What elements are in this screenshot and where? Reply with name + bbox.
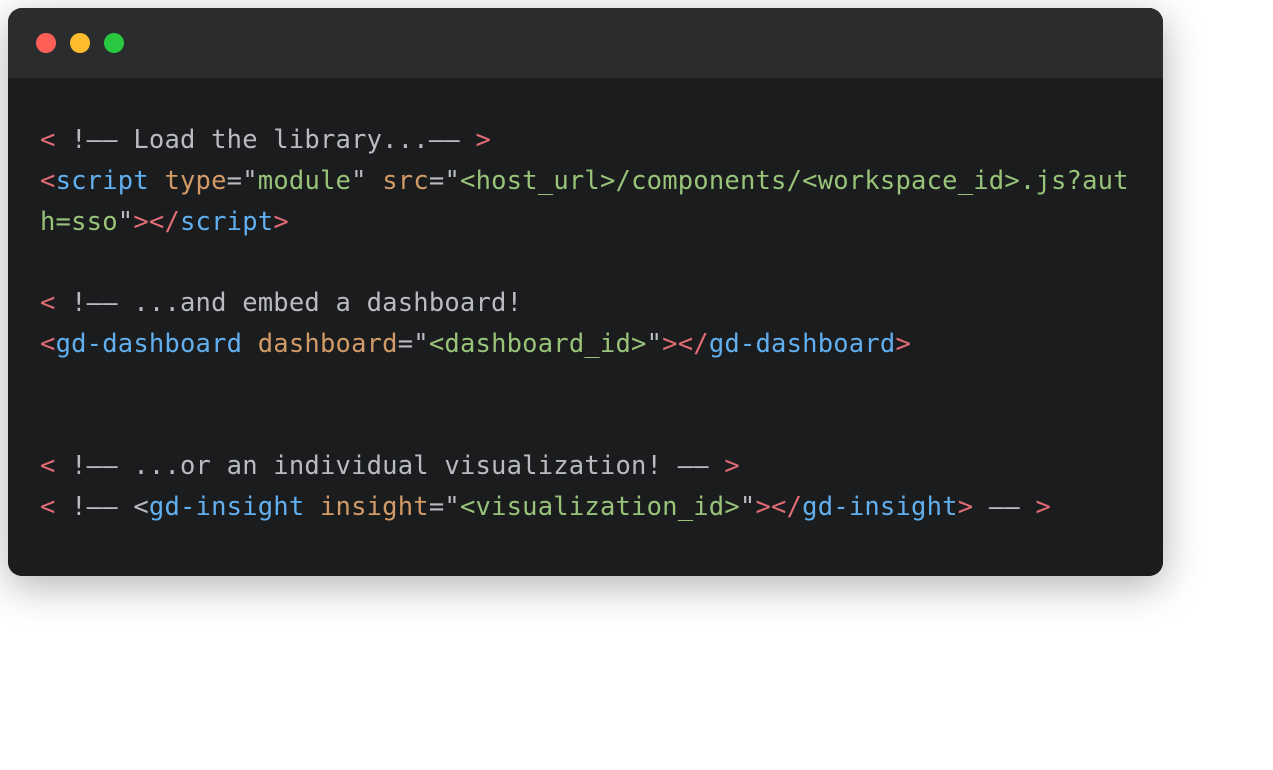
angle-close-icon: >: [133, 207, 149, 237]
quote-mark: ": [118, 207, 134, 237]
attr-name: type: [149, 166, 227, 196]
angle-open-icon: </: [678, 329, 709, 359]
tag-name: gd-: [802, 492, 849, 522]
equals-sign: =: [227, 166, 243, 196]
angle-close-icon: >: [460, 125, 491, 155]
comment-text: !: [56, 288, 87, 318]
minimize-icon[interactable]: [70, 33, 90, 53]
angle-close-icon: >: [709, 451, 740, 481]
quote-mark: ": [444, 166, 460, 196]
angle-open-icon: <: [40, 125, 56, 155]
blank-line: [40, 406, 1131, 447]
comment-dashes: ––: [87, 492, 118, 522]
angle-close-icon: >: [895, 329, 911, 359]
code-editor: < !–– Load the library...–– > <script ty…: [8, 78, 1163, 576]
angle-close-icon: >: [1020, 492, 1051, 522]
close-icon[interactable]: [36, 33, 56, 53]
comment-dashes: ––: [678, 451, 709, 481]
attr-name: src: [367, 166, 429, 196]
window-titlebar: [8, 8, 1163, 78]
attr-value: <dashboard_id>: [429, 329, 647, 359]
quote-mark: ": [413, 329, 429, 359]
comment-dashes: ––: [973, 492, 1020, 522]
tag-name: gd-dashboard: [709, 329, 896, 359]
equals-sign: =: [429, 492, 445, 522]
angle-open-icon: <: [40, 492, 56, 522]
angle-open-icon: <: [40, 288, 56, 318]
angle-close-icon: >: [273, 207, 289, 237]
attr-value: <host_url>/components/: [460, 166, 802, 196]
comment-text: Load the library...: [118, 125, 429, 155]
tag-name: insight: [849, 492, 958, 522]
comment-text: !: [56, 451, 87, 481]
comment-dashes: ––: [87, 288, 118, 318]
code-line: < !–– <gd-insight insight="<visualizatio…: [40, 487, 1131, 528]
quote-mark: ": [647, 329, 663, 359]
angle-open-icon: <: [40, 166, 56, 196]
code-line: < !–– Load the library...–– >: [40, 120, 1131, 161]
tag-name: script: [56, 166, 149, 196]
angle-open-icon: </: [149, 207, 180, 237]
comment-text: ...or an individual visualization!: [118, 451, 678, 481]
tag-name: gd-insight: [149, 492, 305, 522]
equals-sign: =: [398, 329, 414, 359]
blank-line: [40, 242, 1131, 283]
equals-sign: =: [429, 166, 445, 196]
code-line: < !–– ...or an individual visualization!…: [40, 446, 1131, 487]
angle-close-icon: >: [958, 492, 974, 522]
comment-text: ...and embed a dashboard!: [118, 288, 522, 318]
quote-mark: ": [444, 492, 460, 522]
angle-open-icon: </: [771, 492, 802, 522]
angle-open-icon: <: [40, 329, 56, 359]
comment-text: !: [56, 492, 87, 522]
quote-mark: ": [351, 166, 367, 196]
attr-value: module: [258, 166, 351, 196]
comment-text: !: [56, 125, 87, 155]
comment-dashes: ––: [87, 125, 118, 155]
code-window: < !–– Load the library...–– > <script ty…: [8, 8, 1163, 576]
comment-dashes: ––: [87, 451, 118, 481]
angle-open-icon: <: [40, 451, 56, 481]
attr-name: dashboard: [242, 329, 398, 359]
angle-close-icon: >: [755, 492, 771, 522]
comment-dashes: ––: [429, 125, 460, 155]
code-line: <gd-dashboard dashboard="<dashboard_id>"…: [40, 324, 1131, 365]
blank-line: [40, 365, 1131, 406]
attr-value: <visualization_id>: [460, 492, 740, 522]
quote-mark: ": [740, 492, 756, 522]
quote-mark: ": [242, 166, 258, 196]
attr-name: insight: [304, 492, 428, 522]
tag-name: script: [180, 207, 273, 237]
tag-name: gd-dashboard: [56, 329, 243, 359]
angle-close-icon: >: [662, 329, 678, 359]
code-line: <script type="module" src="<host_url>/co…: [40, 161, 1131, 243]
maximize-icon[interactable]: [104, 33, 124, 53]
comment-text: <: [118, 492, 149, 522]
code-line: < !–– ...and embed a dashboard!: [40, 283, 1131, 324]
